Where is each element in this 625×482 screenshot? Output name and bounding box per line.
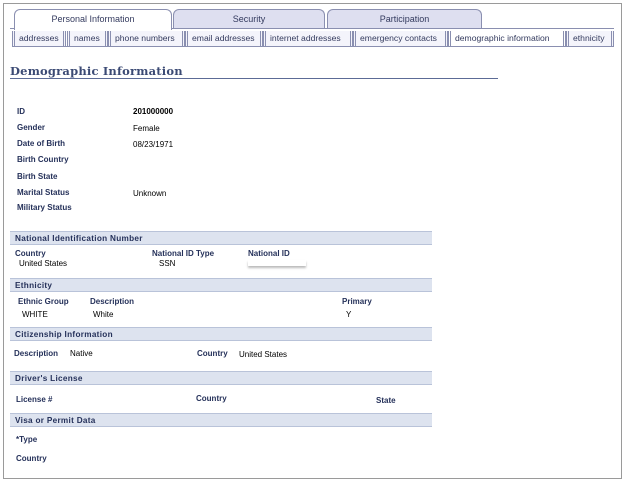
tab-label: Personal Information [51,14,135,24]
citizenship-country-label: Country [197,349,228,358]
subtab-label: ethnicity [573,33,605,43]
tab-label: Security [232,14,266,24]
tab-label: Participation [379,14,430,24]
section-title: National Identification Number [15,234,143,243]
subtab-label: names [74,33,100,43]
license-number-label: License # [16,395,53,404]
license-country-label: Country [196,394,227,403]
citizenship-country-value: United States [239,350,288,359]
subtab-ethnicity[interactable]: ethnicity [566,31,614,46]
gender-label: Gender [17,123,46,132]
marital-status-label: Marital Status [17,188,70,197]
ethnicity-primary-value: Y [346,310,352,319]
subtab-email-addresses[interactable]: email addresses [185,31,263,46]
subtab-names[interactable]: names [67,31,108,46]
ethnicity-primary-label: Primary [342,297,372,306]
section-title: Visa or Permit Data [15,416,96,425]
subtab-internet-addresses[interactable]: internet addresses [263,31,353,46]
section-title: Citizenship Information [15,330,113,339]
military-status-label: Military Status [17,203,72,212]
national-id-section-header: National Identification Number [10,231,432,245]
sub-tab-bar: addresses names phone numbers email addr… [12,30,614,47]
ethnic-group-value: WHITE [22,310,48,319]
subtab-addresses[interactable]: addresses [12,31,66,46]
national-id-type-label: National ID Type [152,249,215,258]
ethnicity-section-header: Ethnicity [10,278,432,292]
national-id-field [248,260,306,266]
national-id-country-value: United States [19,259,68,268]
gender-value: Female [133,124,160,133]
ethnicity-description-value: White [93,310,114,319]
ethnicity-description-label: Description [90,297,135,306]
national-id-label: National ID [248,249,290,258]
subtab-emergency-contacts[interactable]: emergency contacts [353,31,448,46]
id-value: 201000000 [133,107,174,116]
birth-country-label: Birth Country [17,155,69,164]
national-id-country-label: Country [15,249,46,258]
national-id-type-value: SSN [159,259,176,268]
subtab-label: addresses [19,33,59,43]
citizenship-description-label: Description [14,349,59,358]
citizenship-description-value: Native [70,349,93,358]
section-title: Driver's License [15,374,83,383]
tab-security[interactable]: Security [173,9,325,29]
birth-state-label: Birth State [17,172,58,181]
subtab-label: demographic information [455,33,550,43]
visa-country-label: Country [16,454,47,463]
section-title: Ethnicity [15,281,53,290]
citizenship-section-header: Citizenship Information [10,327,432,341]
dob-label: Date of Birth [17,139,65,148]
subtab-divider [12,46,614,47]
tab-participation[interactable]: Participation [327,9,482,29]
subtab-label: emergency contacts [360,33,437,43]
dob-value: 08/23/1971 [133,140,174,149]
ethnic-group-label: Ethnic Group [18,297,69,306]
subtab-phone-numbers[interactable]: phone numbers [108,31,185,46]
subtab-label: phone numbers [115,33,175,43]
subtab-label: email addresses [192,33,255,43]
subtab-label: internet addresses [270,33,341,43]
drivers-license-section-header: Driver's License [10,371,432,385]
page-title: Demographic Information [10,64,183,78]
title-underline [10,78,498,79]
tab-personal-information[interactable]: Personal Information [14,9,172,30]
top-tab-bar: Personal Information Security Participat… [10,9,618,30]
visa-section-header: Visa or Permit Data [10,413,432,427]
id-label: ID [17,107,25,116]
subtab-demographic-information[interactable]: demographic information [448,31,566,46]
license-state-label: State [376,396,396,405]
visa-type-label: *Type [16,435,38,444]
marital-status-value: Unknown [133,189,167,198]
